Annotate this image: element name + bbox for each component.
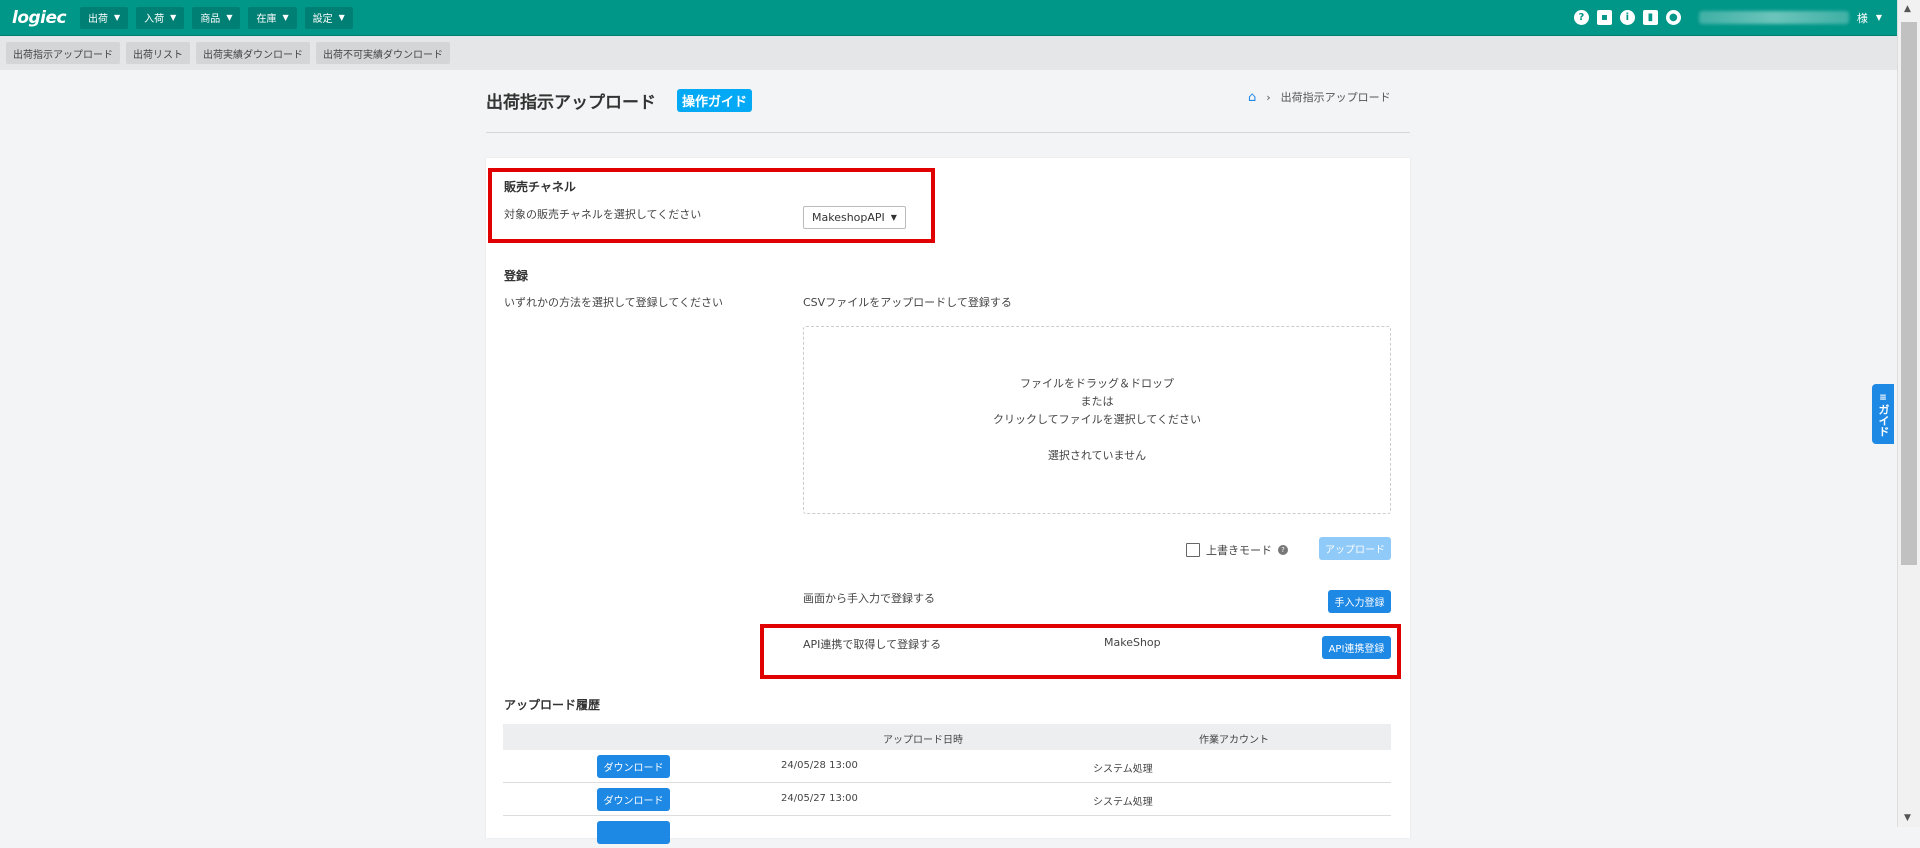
row-upload-datetime: 24/05/27 13:00: [781, 793, 858, 804]
operation-guide-button[interactable]: 操作ガイド: [677, 89, 753, 112]
logo[interactable]: logiec: [12, 8, 72, 28]
overwrite-mode-control: 上書きモード ?: [1186, 542, 1288, 558]
row-account: システム処理: [1093, 764, 1153, 775]
manual-entry-label: 画面から手入力で登録する: [803, 592, 935, 605]
nav-menu-settings[interactable]: 設定 ▼: [304, 6, 353, 29]
table-row-partial: [503, 816, 1391, 848]
nav-menu-label: 商品: [200, 14, 221, 25]
subnav-shipping-results-download[interactable]: 出荷実績ダウンロード: [196, 42, 310, 64]
nav-menu-shipping[interactable]: 出荷 ▼: [80, 6, 129, 29]
help-icon[interactable]: ?: [1573, 10, 1589, 25]
chevron-down-icon: ▼: [282, 13, 289, 22]
subnav-shipping-upload[interactable]: 出荷指示アップロード: [6, 42, 120, 64]
file-dropzone[interactable]: ファイルをドラッグ＆ドロップ または クリックしてファイルを選択してください 選…: [803, 326, 1391, 514]
chevron-down-icon: ▼: [226, 13, 233, 22]
upload-button[interactable]: アップロード: [1319, 537, 1391, 560]
breadcrumb-current: 出荷指示アップロード: [1280, 91, 1391, 104]
csv-upload-label: CSVファイルをアップロードして登録する: [803, 296, 1012, 309]
side-guide-tab[interactable]: ≡ ガイド: [1872, 384, 1894, 444]
scrollbar-thumb[interactable]: [1901, 22, 1917, 565]
scroll-up-arrow-icon[interactable]: ▲: [1904, 4, 1911, 14]
overwrite-mode-checkbox[interactable]: [1186, 543, 1200, 557]
list-icon: ≡: [1879, 392, 1887, 403]
page-title: 出荷指示アップロード: [486, 93, 656, 113]
nav-menu-label: 出荷: [88, 14, 108, 25]
register-description: いずれかの方法を選択して登録してください: [504, 296, 724, 309]
help-icon[interactable]: ?: [1278, 545, 1288, 555]
table-row: ダウンロード 24/05/28 13:00 システム処理: [503, 750, 1391, 783]
subnav-shipping-list[interactable]: 出荷リスト: [126, 42, 190, 64]
chart-icon[interactable]: ▮: [1642, 10, 1658, 25]
overwrite-mode-label: 上書きモード: [1206, 544, 1272, 557]
scroll-down-arrow-icon[interactable]: ▼: [1904, 813, 1911, 823]
chevron-down-icon: ▼: [170, 13, 177, 22]
upload-history-table: アップロード日時 作業アカウント ダウンロード 24/05/28 13:00 シ…: [503, 724, 1391, 848]
nav-menu-receiving[interactable]: 入荷 ▼: [136, 6, 185, 29]
user-suffix: 様: [1856, 11, 1868, 25]
chevron-down-icon: ▼: [338, 13, 345, 22]
nav-menu-label: 設定: [312, 14, 333, 25]
download-button[interactable]: ダウンロード: [597, 755, 670, 778]
upload-history-title: アップロード履歴: [504, 698, 601, 712]
register-section-title: 登録: [504, 269, 529, 283]
breadcrumb: ⌂ › 出荷指示アップロード: [1248, 89, 1391, 105]
column-header-account: 作業アカウント: [1199, 735, 1269, 746]
manual-entry-button[interactable]: 手入力登録: [1328, 590, 1391, 613]
nav-menu-label: 在庫: [256, 14, 277, 25]
download-button[interactable]: ダウンロード: [597, 788, 670, 811]
row-account: システム処理: [1093, 797, 1153, 808]
subnav-unshippable-results-download[interactable]: 出荷不可実績ダウンロード: [316, 42, 450, 64]
download-button-partial[interactable]: [597, 821, 670, 844]
nav-menu-inventory[interactable]: 在庫 ▼: [248, 6, 297, 29]
breadcrumb-separator-icon: ›: [1266, 90, 1271, 104]
table-header: アップロード日時 作業アカウント: [503, 724, 1391, 750]
nav-menu-products[interactable]: 商品 ▼: [192, 6, 241, 29]
user-icon[interactable]: ●: [1665, 10, 1681, 25]
main-card: 販売チャネル 対象の販売チャネルを選択してください MakeshopAPI ▼ …: [486, 158, 1410, 844]
row-upload-datetime: 24/05/28 13:00: [781, 760, 858, 771]
top-navigation-bar: logiec 出荷 ▼ 入荷 ▼ 商品 ▼ 在庫 ▼ 設定 ▼ ? ▪ i ▮ ● 様 ▼: [0, 0, 1898, 36]
user-name-redacted: [1698, 11, 1849, 24]
dropzone-line: ファイルをドラッグ＆ドロップ: [1020, 377, 1174, 390]
user-menu-chevron-down-icon[interactable]: ▼: [1876, 13, 1882, 22]
header-divider: [486, 132, 1410, 133]
column-header-upload-datetime: アップロード日時: [883, 735, 963, 746]
chevron-down-icon: ▼: [114, 13, 121, 22]
briefcase-icon[interactable]: ▪: [1596, 10, 1612, 25]
sub-navigation-bar: 出荷指示アップロード 出荷リスト 出荷実績ダウンロード 出荷不可実績ダウンロード: [0, 36, 1904, 70]
side-guide-label: ガイド: [1877, 403, 1890, 437]
info-icon[interactable]: i: [1619, 10, 1635, 25]
dropzone-status: 選択されていません: [1047, 449, 1147, 462]
page-scrollbar[interactable]: ▲ ▼: [1897, 0, 1920, 827]
dropzone-line: クリックしてファイルを選択してください: [992, 413, 1201, 426]
table-row: ダウンロード 24/05/27 13:00 システム処理: [503, 783, 1391, 816]
nav-menu-label: 入荷: [144, 14, 165, 25]
highlight-box-channel: [488, 168, 935, 243]
highlight-box-api: [760, 624, 1401, 679]
top-right-tools: ? ▪ i ▮ ● 様 ▼: [1573, 10, 1882, 26]
home-icon[interactable]: ⌂: [1248, 90, 1256, 105]
dropzone-line: または: [1080, 395, 1114, 408]
